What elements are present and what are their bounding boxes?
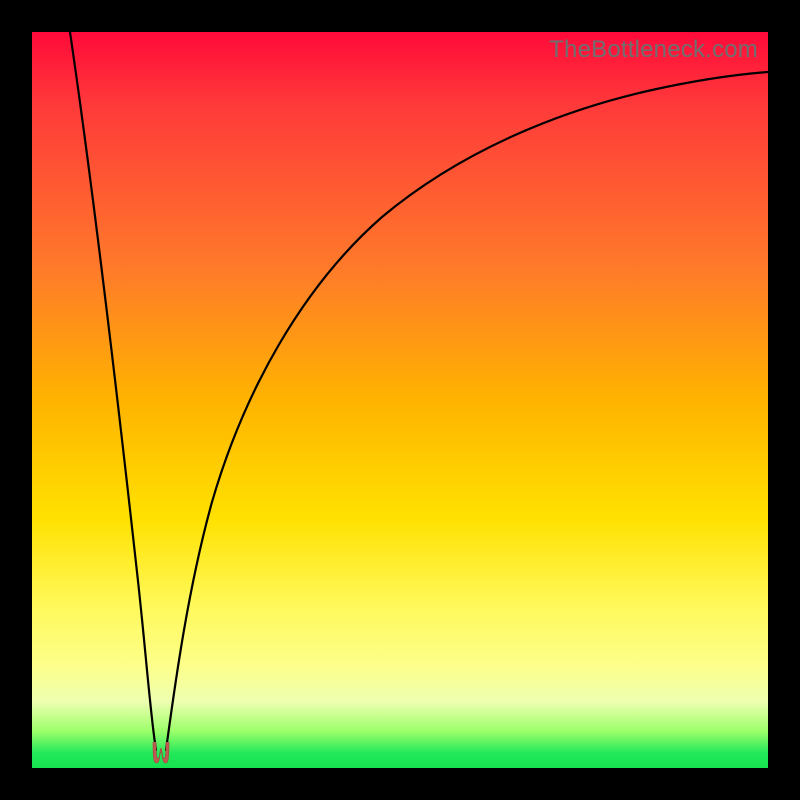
chart-frame: TheBottleneck.com: [0, 0, 800, 800]
dip-marker-icon: [150, 742, 172, 768]
bottleneck-curve: [32, 32, 768, 768]
curve-right-branch: [166, 72, 768, 750]
plot-area: TheBottleneck.com: [32, 32, 768, 768]
curve-left-branch: [70, 32, 156, 750]
